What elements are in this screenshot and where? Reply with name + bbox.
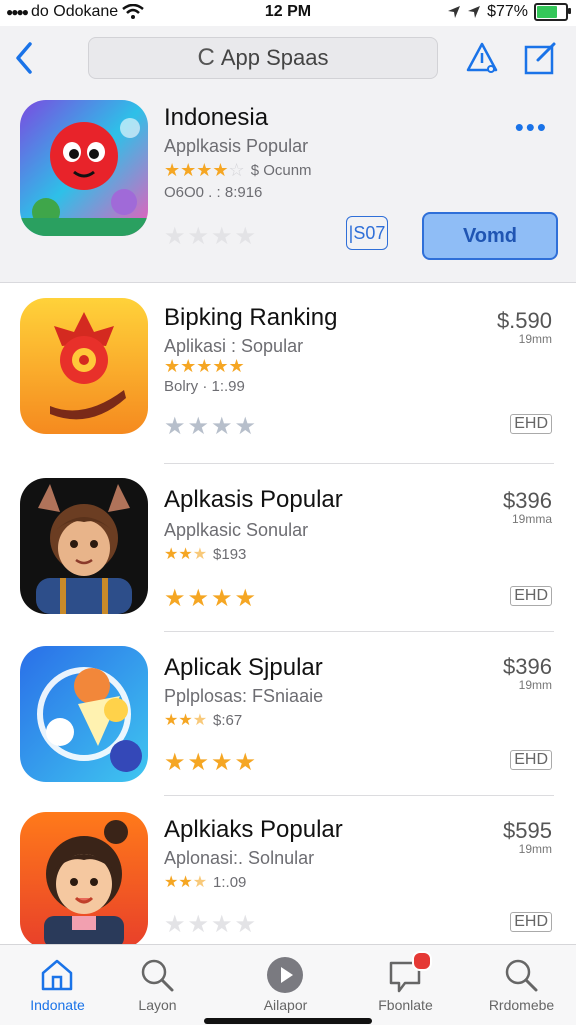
search-icon: [505, 959, 538, 992]
home-icon: [41, 959, 73, 991]
tab-rrdomebe[interactable]: Rrdomebe: [464, 945, 576, 1025]
app-meta: Bolry · 1:.99: [164, 378, 245, 395]
tab-indonate[interactable]: Indonate: [0, 945, 115, 1025]
rating-stars: ★★★: [164, 874, 208, 891]
app-subtitle: Applkasic Sonular: [164, 520, 309, 540]
list-item[interactable]: Bipking Ranking Aplikasi : Sopular ★★★★★…: [0, 282, 576, 464]
tab-fbonlate[interactable]: Fbonlate: [348, 945, 463, 1025]
notification-badge: [412, 951, 432, 971]
tab-label: Indonate: [30, 997, 85, 1013]
rate-stars[interactable]: ★★★★: [164, 412, 258, 441]
rating-stars: ★★★: [164, 546, 208, 563]
tab-layon[interactable]: Layon: [100, 945, 215, 1025]
get-button[interactable]: EHD: [510, 414, 552, 434]
app-icon[interactable]: [20, 646, 148, 782]
featured-rating: ★★★★☆ $ Ocunm: [164, 160, 312, 181]
app-price: $.590: [496, 308, 552, 333]
compose-icon[interactable]: [520, 38, 560, 78]
status-bar: ●●●● do Odokane 12 PM $77%: [0, 0, 576, 26]
rating-stars: ★★★★☆: [164, 160, 245, 180]
app-title[interactable]: Aplicak Sjpular: [164, 654, 323, 682]
tab-ailapor[interactable]: Ailapor: [228, 945, 343, 1025]
get-button[interactable]: EHD: [510, 750, 552, 770]
app-subtitle: Aplonasi:. Solnular: [164, 848, 315, 868]
nav-bar: C App Spaas: [0, 26, 576, 92]
featured-subtitle: Applkasis Popular: [164, 136, 309, 156]
tab-label: Ailapor: [263, 997, 308, 1013]
app-price: $396: [503, 488, 552, 513]
battery-percent: $77%: [487, 3, 528, 20]
app-size: 19mma: [511, 512, 552, 526]
featured-date: O6O0 . : 8:916: [164, 184, 263, 201]
secondary-button[interactable]: |S07: [346, 216, 388, 250]
app-subtitle: Aplikasi : Sopular: [164, 336, 304, 356]
app-meta: $193: [213, 545, 247, 563]
app-rating: ★★★ $193: [164, 544, 246, 564]
list-item[interactable]: Aplicak Sjpular Pplplosas: FSniaaie ★★★ …: [0, 632, 576, 796]
app-rating: ★★★ 1:.09: [164, 872, 246, 892]
tab-label: Layon: [138, 997, 177, 1013]
search-icon: C: [197, 44, 215, 71]
app-price: $396: [503, 654, 552, 679]
app-icon[interactable]: [20, 298, 148, 434]
list-item[interactable]: Aplkiaks Popular Aplonasi:. Solnular ★★★…: [0, 796, 576, 944]
app-size: 19mm: [518, 678, 552, 692]
app-icon[interactable]: [20, 812, 148, 944]
home-indicator: [204, 1018, 372, 1024]
battery-icon: [534, 3, 571, 21]
search-label: App Spaas: [220, 45, 329, 70]
rate-stars[interactable]: ★★★★: [164, 584, 258, 613]
app-subtitle: Pplplosas: FSniaaie: [164, 686, 324, 706]
tab-label: Fbonlate: [378, 997, 433, 1013]
app-size: 19mm: [518, 332, 552, 346]
rate-stars[interactable]: ★★★★: [164, 748, 258, 777]
alert-icon[interactable]: [462, 38, 502, 78]
get-button[interactable]: EHD: [510, 586, 552, 606]
get-button[interactable]: EHD: [510, 912, 552, 932]
search-field[interactable]: C App Spaas: [88, 37, 438, 79]
play-icon: [267, 957, 303, 993]
featured-meta: $ Ocunm: [250, 162, 312, 179]
app-rating: ★★★ $:67: [164, 710, 242, 730]
get-button[interactable]: Vomd: [422, 212, 558, 260]
more-icon[interactable]: •••: [515, 112, 548, 143]
back-chevron-icon[interactable]: [10, 38, 40, 78]
app-rating: ★★★★★: [164, 356, 245, 377]
app-icon[interactable]: [20, 478, 148, 614]
rate-stars[interactable]: ★★★★: [164, 910, 258, 939]
app-meta: $:67: [213, 711, 243, 729]
rating-stars: ★★★: [164, 712, 208, 729]
search-icon: [141, 959, 174, 992]
list-item[interactable]: Aplkasis Popular Applkasic Sonular ★★★ $…: [0, 464, 576, 632]
app-title[interactable]: Aplkasis Popular: [164, 486, 343, 514]
location-icon: [468, 6, 481, 18]
app-price: $595: [503, 818, 552, 843]
app-title[interactable]: Bipking Ranking: [164, 304, 337, 332]
rate-stars[interactable]: ★★★★: [164, 222, 258, 251]
featured-app[interactable]: Indonesia Applkasis Popular ★★★★☆ $ Ocun…: [0, 92, 576, 283]
tab-bar: Indonate Layon Ailapor Fbonlate Rrdomebe: [0, 944, 576, 1025]
app-size: 19mm: [518, 842, 552, 856]
featured-title[interactable]: Indonesia: [164, 104, 268, 132]
tab-label: Rrdomebe: [488, 997, 555, 1013]
location-icon: [448, 6, 461, 18]
app-title[interactable]: Aplkiaks Popular: [164, 816, 343, 844]
app-meta: 1:.09: [213, 873, 247, 891]
featured-app-icon[interactable]: [20, 100, 148, 236]
rating-stars: ★★★★★: [164, 356, 245, 376]
